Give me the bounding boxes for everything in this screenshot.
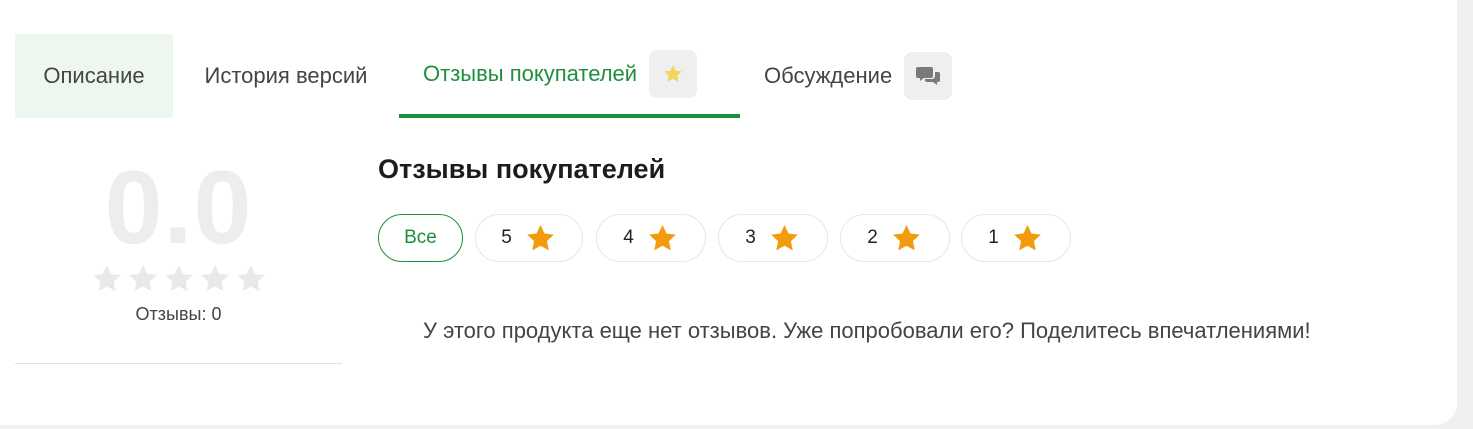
filter-1-label: 1	[988, 227, 999, 248]
filter-2-stars-button[interactable]: 2	[840, 214, 950, 262]
average-rating: 0.0	[104, 150, 253, 266]
filter-2-label: 2	[867, 227, 878, 248]
filter-4-label: 4	[623, 227, 634, 248]
star-icon	[648, 224, 676, 250]
tab-description[interactable]: Описание	[15, 34, 173, 118]
reviews-card: Описание История версий Отзывы покупател…	[0, 0, 1457, 425]
star-empty-icon	[200, 265, 229, 292]
filter-5-stars-button[interactable]: 5	[475, 214, 583, 262]
tab-customer-reviews[interactable]: Отзывы покупателей	[399, 34, 740, 118]
no-reviews-message: У этого продукта еще нет отзывов. Уже по…	[423, 318, 1311, 343]
discussion-badge	[904, 52, 953, 100]
rating-stars	[15, 262, 342, 296]
tab-customer-reviews-label: Отзывы покупателей	[423, 61, 638, 86]
star-icon	[770, 224, 798, 250]
chat-bubbles-icon	[916, 67, 941, 85]
star-empty-icon	[128, 265, 157, 292]
reviews-count: Отзывы: 0	[135, 304, 222, 324]
tab-discussion-label: Обсуждение	[764, 63, 893, 88]
star-empty-icon	[164, 265, 193, 292]
star-empty-icon	[92, 265, 121, 292]
star-icon	[1013, 224, 1041, 250]
filter-all-button[interactable]: Все	[378, 214, 463, 262]
star-icon	[664, 65, 682, 82]
star-icon	[526, 224, 554, 250]
tab-version-history-label: История версий	[204, 63, 368, 88]
filter-3-label: 3	[745, 227, 756, 248]
reviews-title: Отзывы покупателей	[378, 154, 666, 184]
reviews-badge	[649, 50, 698, 98]
tab-description-label: Описание	[43, 63, 145, 88]
filter-4-stars-button[interactable]: 4	[596, 214, 706, 262]
star-icon	[892, 224, 920, 250]
filter-1-star-button[interactable]: 1	[961, 214, 1071, 262]
tab-version-history[interactable]: История версий	[173, 34, 399, 118]
filter-all-label: Все	[404, 227, 437, 248]
filter-5-label: 5	[501, 227, 512, 248]
divider	[15, 363, 342, 364]
star-empty-icon	[236, 265, 265, 292]
filter-3-stars-button[interactable]: 3	[718, 214, 828, 262]
tab-discussion[interactable]: Обсуждение	[740, 34, 980, 118]
